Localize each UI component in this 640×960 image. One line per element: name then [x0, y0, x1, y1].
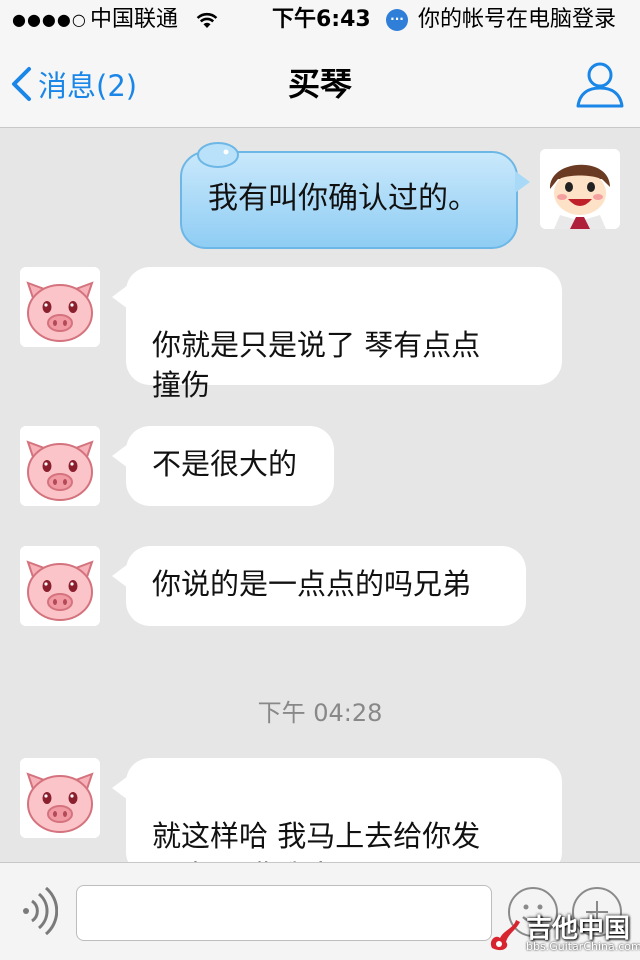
message-text: 你说的是一点点的吗兄弟	[152, 567, 472, 601]
back-button[interactable]: 消息(2)	[10, 40, 137, 128]
wifi-icon	[196, 12, 218, 28]
signal-strength: ●●●●○	[12, 10, 87, 29]
message-bubble-outgoing[interactable]: 我有叫你确认过的。	[180, 142, 530, 249]
nav-bar: 消息(2) 买琴	[0, 40, 640, 128]
status-time: 下午6:43	[272, 7, 371, 32]
profile-icon[interactable]	[574, 58, 626, 110]
status-bar: ●●●●○ 中国联通 下午6:43 ··· 你的帐号在电脑登录	[0, 0, 640, 40]
login-notice: 你的帐号在电脑登录	[418, 7, 617, 32]
message-bubble-incoming[interactable]: 你就是只是说了 琴有点点 撞伤	[112, 267, 562, 402]
carrier-name: 中国联通	[90, 7, 179, 32]
message-bubble-incoming[interactable]: 就这样哈 我马上去给你发 回来 运费我出	[112, 758, 562, 862]
voice-icon[interactable]	[18, 887, 58, 935]
message-input[interactable]	[76, 885, 492, 941]
message-bubble-incoming[interactable]: 你说的是一点点的吗兄弟	[112, 546, 526, 626]
bubble-deco-icon	[197, 142, 239, 168]
timestamp: 下午 04:28	[257, 699, 383, 727]
my-avatar[interactable]	[540, 149, 620, 229]
site-watermark: 吉他中国 bbs.GuitarChina.com	[486, 908, 640, 958]
chevron-left-icon	[12, 67, 31, 101]
message-text: 我有叫你确认过的。	[208, 181, 478, 216]
chat-area[interactable]: 我有叫你确认过的。 你就是只是说了 琴有点点 撞伤 不是很大的 你说的是一点点的…	[0, 129, 640, 862]
message-text: 就这样哈 我马上去给你发 回来 运费我出	[152, 819, 481, 862]
pig-face-icon	[20, 267, 100, 347]
contact-avatar[interactable]	[20, 267, 100, 347]
cartoon-person-icon	[540, 149, 620, 229]
pig-face-icon	[20, 758, 100, 838]
message-bubble-incoming[interactable]: 不是很大的	[112, 426, 334, 506]
contact-avatar[interactable]	[20, 426, 100, 506]
contact-avatar[interactable]	[20, 758, 100, 838]
message-text: 你就是只是说了 琴有点点 撞伤	[152, 328, 481, 402]
back-label: 消息(2)	[38, 69, 138, 103]
message-text: 不是很大的	[152, 447, 298, 481]
guitar-logo-icon	[490, 920, 520, 951]
pig-face-icon	[20, 426, 100, 506]
chat-bubble-icon: ···	[386, 9, 408, 31]
contact-avatar[interactable]	[20, 546, 100, 626]
pig-face-icon	[20, 546, 100, 626]
watermark-url: bbs.GuitarChina.com	[526, 940, 640, 953]
